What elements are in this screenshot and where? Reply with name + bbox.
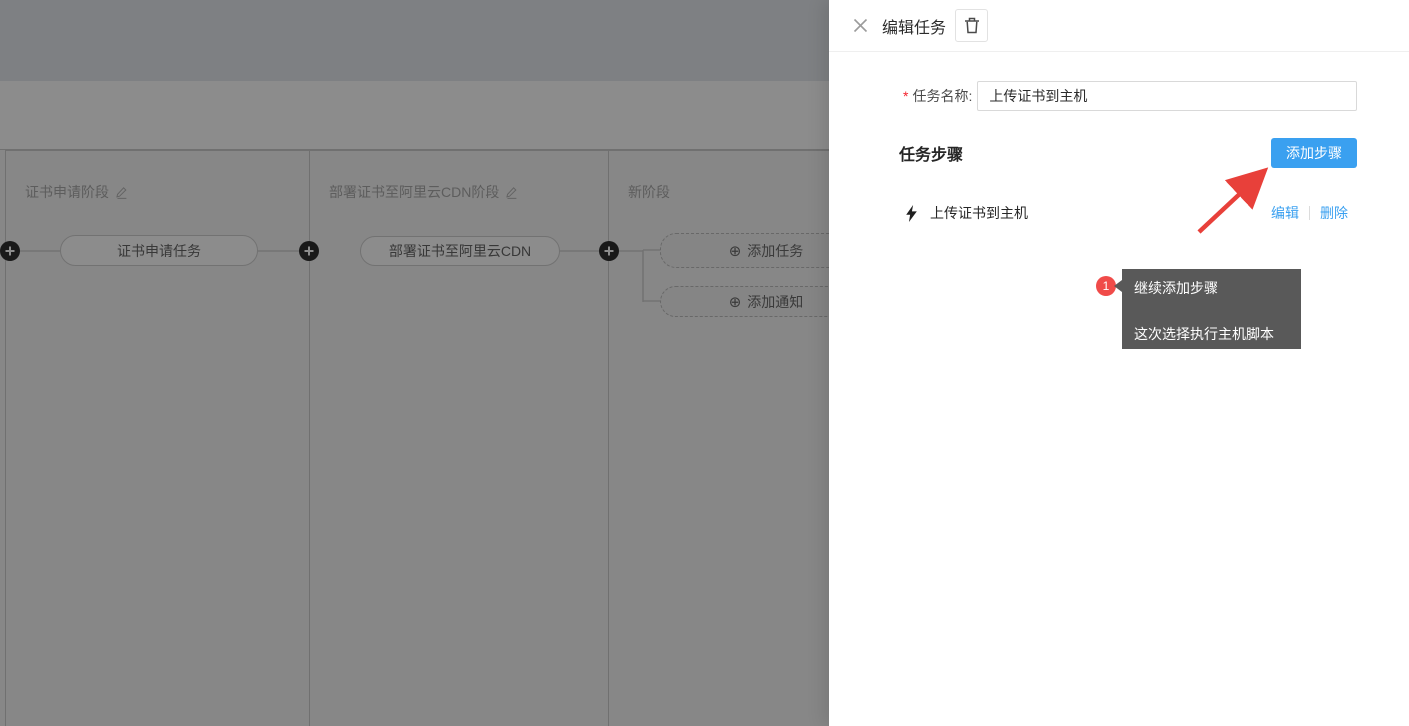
page: 证书申请阶段 部署证书至阿里云CDN阶段 新阶段 [0,0,1409,726]
drawer-header: 编辑任务 [829,0,1409,52]
step-delete-link[interactable]: 删除 [1320,203,1348,223]
drawer-title: 编辑任务 [882,14,946,38]
task-name-form-row: * 任务名称: [903,81,1357,111]
step-name: 上传证书到主机 [930,203,1028,223]
step-edit-link[interactable]: 编辑 [1271,203,1299,223]
step-actions: 编辑 删除 [1271,203,1348,223]
required-marker: * [903,88,908,104]
modal-dim-overlay[interactable] [0,0,829,726]
task-steps-section-header: 任务步骤 添加步骤 [899,138,1357,168]
task-name-label: 任务名称: [912,86,972,106]
step-row: 上传证书到主机 编辑 删除 [905,203,1348,223]
edit-task-drawer: 编辑任务 * 任务名称: 任务步骤 添加步骤 上传证书 [829,0,1409,726]
task-steps-heading: 任务步骤 [899,141,963,165]
close-icon[interactable] [852,18,868,34]
add-step-button[interactable]: 添加步骤 [1271,138,1357,168]
action-divider [1309,206,1310,220]
trash-icon [964,17,980,34]
task-name-input[interactable] [977,81,1357,111]
step-info: 上传证书到主机 [905,203,1028,223]
lightning-icon [905,205,918,222]
delete-task-button[interactable] [955,9,988,42]
